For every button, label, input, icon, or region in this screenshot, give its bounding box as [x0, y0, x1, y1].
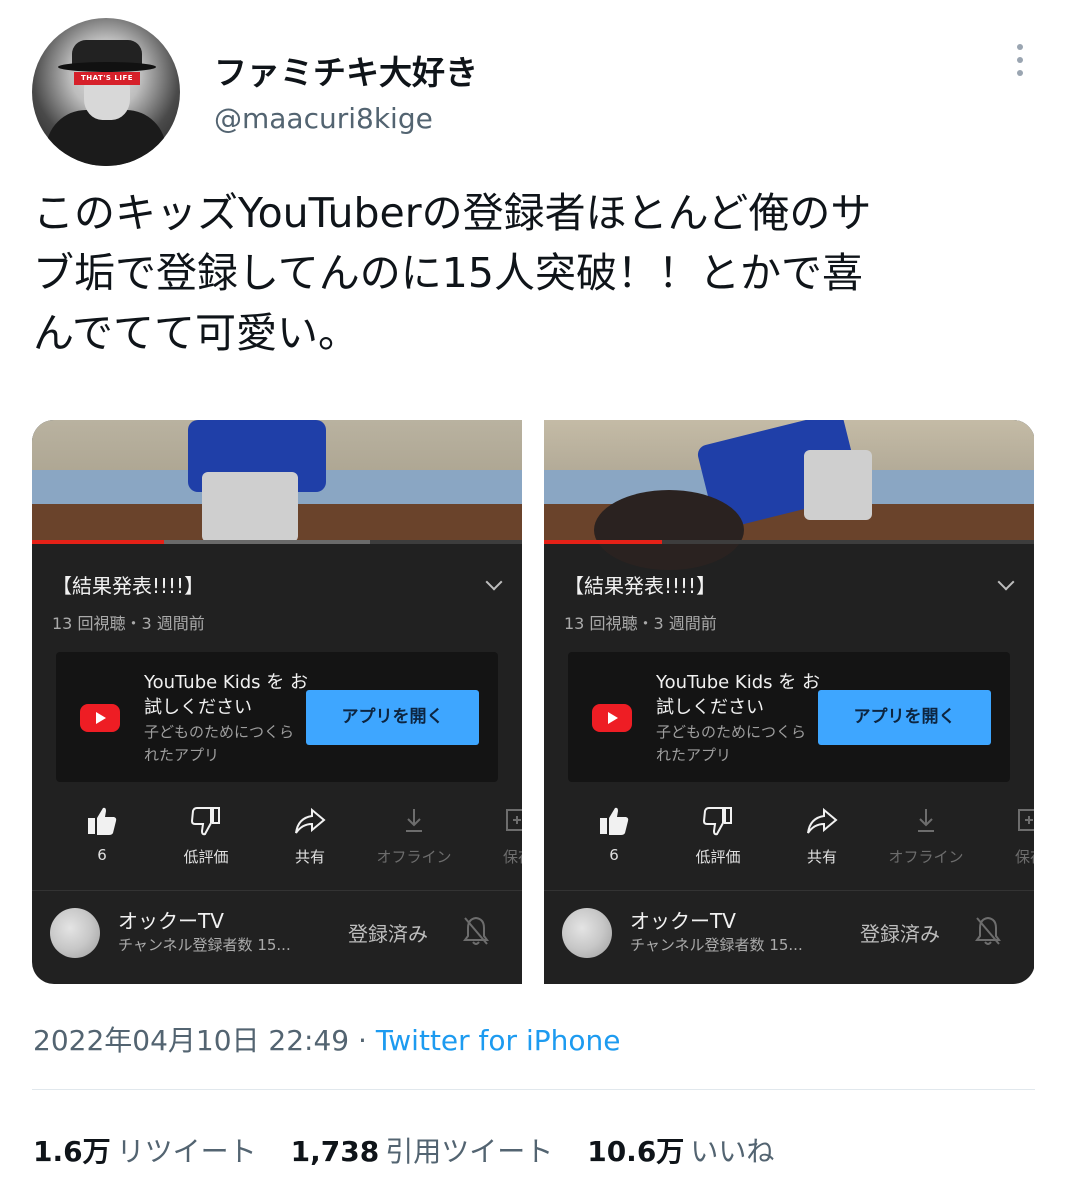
share-button[interactable]: 共有 [258, 804, 362, 867]
download-button[interactable]: オフライン [362, 804, 466, 867]
quotes-count: 1,738 [290, 1135, 380, 1168]
retweets-stat[interactable]: 1.6万 リツイート [33, 1135, 257, 1168]
kid-pants [202, 472, 298, 542]
tweet-source-link[interactable]: Twitter for iPhone [376, 1024, 621, 1057]
divider [32, 1089, 1035, 1090]
dislike-label: 低評価 [695, 848, 741, 866]
kids-promo-title: YouTube Kids を お試しください [656, 672, 820, 718]
kids-promo-subtitle: 子どものためにつくられたアプリ [144, 723, 295, 764]
save-button[interactable]: 保存 [978, 804, 1034, 867]
save-icon [466, 804, 522, 838]
retweets-count: 1.6万 [33, 1135, 111, 1168]
user-handle[interactable]: @maacuri8kige [214, 102, 433, 135]
download-label: オフライン [888, 848, 964, 866]
subscribed-button[interactable]: 登録済み [348, 918, 428, 947]
share-label: 共有 [294, 848, 325, 866]
share-icon [770, 804, 874, 838]
save-icon [978, 804, 1034, 838]
thumbs-up-icon [562, 804, 666, 838]
tweet-stats: 1.6万 リツイート 1,738 引用ツイート 10.6万 いいね [33, 1130, 774, 1170]
divider [544, 890, 1034, 891]
youtube-kids-logo-icon [80, 704, 120, 732]
video-actions: 6 低評価 共有 オフライン 保 [32, 804, 522, 874]
media-image-2[interactable]: 【結果発表!!!!】 13 回視聴・3 週間前 YouTube Kids を お… [544, 420, 1034, 984]
download-label: オフライン [376, 848, 452, 866]
avatar-badge: THAT'S LIFE [74, 72, 140, 85]
video-progress-bar[interactable] [32, 540, 522, 544]
video-meta: 13 回視聴・3 週間前 [564, 614, 717, 633]
share-button[interactable]: 共有 [770, 804, 874, 867]
save-button[interactable]: 保存 [466, 804, 522, 867]
channel-subscriber-count: チャンネル登録者数 15... [118, 936, 291, 954]
display-name[interactable]: ファミチキ大好き [214, 46, 478, 94]
video-title: 【結果発表!!!!】 [564, 574, 717, 598]
youtube-kids-logo-icon [592, 704, 632, 732]
tweet-timestamp-row: 2022年04月10日 22:49 · Twitter for iPhone [33, 1019, 620, 1059]
progress-played [32, 540, 165, 544]
media-image-1[interactable]: 【結果発表!!!!】 13 回視聴・3 週間前 YouTube Kids を お… [32, 420, 522, 984]
kids-promo-subtitle: 子どものためにつくられたアプリ [656, 723, 807, 764]
like-count: 6 [97, 846, 107, 864]
video-progress-bar[interactable] [544, 540, 1034, 544]
download-button[interactable]: オフライン [874, 804, 978, 867]
video-title: 【結果発表!!!!】 [52, 574, 205, 598]
subscribed-button[interactable]: 登録済み [860, 918, 940, 947]
dislike-button[interactable]: 低評価 [154, 804, 258, 867]
dislike-button[interactable]: 低評価 [666, 804, 770, 867]
channel-avatar[interactable] [50, 908, 100, 958]
youtube-kids-promo: YouTube Kids を お試しください 子どものためにつくられたアプリ ア… [568, 652, 1010, 782]
download-icon [874, 804, 978, 838]
kid-head [594, 490, 744, 570]
avatar-hat-brim [58, 62, 156, 72]
chevron-down-icon[interactable] [485, 573, 503, 591]
likes-stat[interactable]: 10.6万 いいね [587, 1135, 774, 1168]
chevron-down-icon[interactable] [997, 573, 1015, 591]
divider [32, 890, 522, 891]
video-meta: 13 回視聴・3 週間前 [52, 614, 205, 633]
video-frame [32, 420, 522, 542]
video-frame [544, 420, 1034, 570]
thumbs-up-icon [50, 804, 154, 838]
tweet-timestamp[interactable]: 2022年04月10日 22:49 [33, 1024, 349, 1057]
save-label: 保存 [1014, 848, 1034, 866]
open-app-button[interactable]: アプリを開く [306, 690, 479, 745]
share-icon [258, 804, 362, 838]
channel-subscriber-count: チャンネル登録者数 15... [630, 936, 803, 954]
user-avatar[interactable]: THAT'S LIFE [32, 18, 180, 166]
more-options-icon[interactable] [1013, 44, 1027, 84]
like-count: 6 [609, 846, 619, 864]
share-label: 共有 [806, 848, 837, 866]
notification-bell-off-icon[interactable] [462, 914, 490, 948]
likes-label: いいね [690, 1135, 775, 1168]
channel-name[interactable]: オックーTV [118, 905, 224, 934]
quotes-label: 引用ツイート [385, 1135, 554, 1168]
like-button[interactable]: 6 [562, 804, 666, 864]
video-actions: 6 低評価 共有 オフライン 保 [544, 804, 1034, 874]
quotes-stat[interactable]: 1,738 引用ツイート [291, 1135, 554, 1168]
save-label: 保存 [502, 848, 522, 866]
download-icon [362, 804, 466, 838]
progress-played [544, 540, 662, 544]
thumbs-down-icon [154, 804, 258, 838]
dislike-label: 低評価 [183, 848, 229, 866]
tweet-media[interactable]: 【結果発表!!!!】 13 回視聴・3 週間前 YouTube Kids を お… [32, 420, 1035, 984]
open-app-button[interactable]: アプリを開く [818, 690, 991, 745]
likes-count: 10.6万 [587, 1135, 685, 1168]
kids-promo-title: YouTube Kids を お試しください [144, 672, 308, 718]
notification-bell-off-icon[interactable] [974, 914, 1002, 948]
kid-pants [804, 450, 872, 520]
channel-avatar[interactable] [562, 908, 612, 958]
separator: · [349, 1024, 376, 1057]
channel-name[interactable]: オックーTV [630, 905, 736, 934]
tweet-header: THAT'S LIFE ファミチキ大好き @maacuri8kige [32, 18, 1035, 168]
like-button[interactable]: 6 [50, 804, 154, 864]
tweet-text: このキッズYouTuberの登録者ほとんど俺のサ ブ垢で登録してんのに15人突破… [33, 189, 872, 357]
retweets-label: リツイート [116, 1135, 257, 1168]
thumbs-down-icon [666, 804, 770, 838]
youtube-kids-promo: YouTube Kids を お試しください 子どものためにつくられたアプリ ア… [56, 652, 498, 782]
